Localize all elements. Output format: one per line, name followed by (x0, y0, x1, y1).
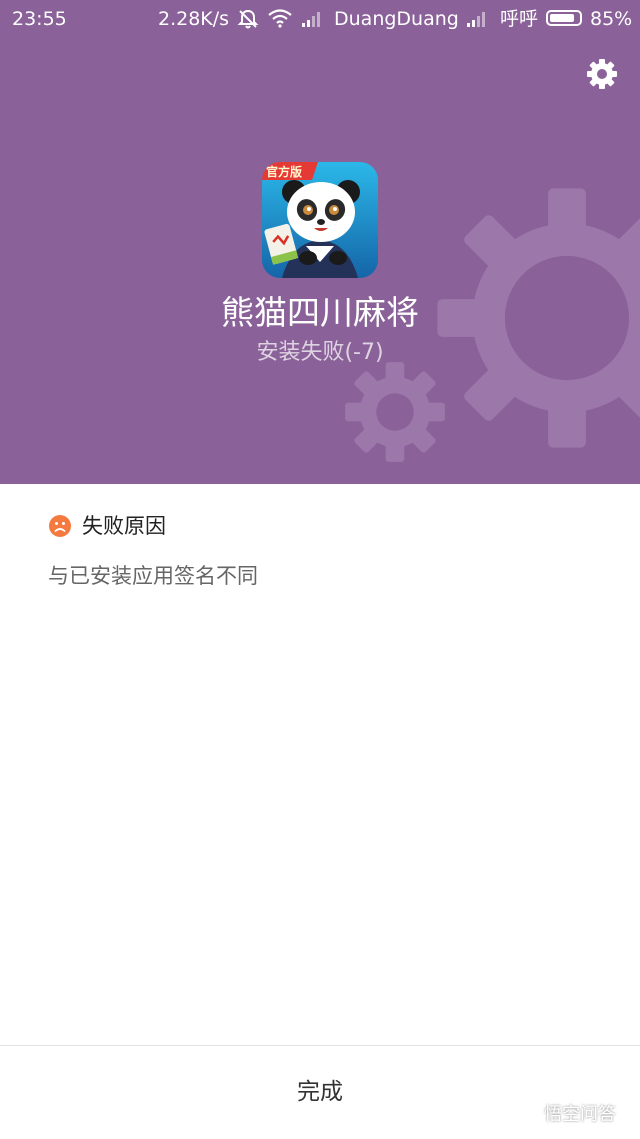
status-carrier-2: 呼呼 (500, 0, 538, 38)
status-time: 23:55 (12, 0, 67, 38)
alarm-off-icon (237, 8, 259, 30)
battery-icon (546, 10, 582, 26)
signal-icon (301, 11, 323, 27)
watermark-text: 悟空问答 (544, 1100, 616, 1130)
install-status: 安装失败(-7) (0, 336, 640, 370)
install-header: 23:55 2.28K/s DuangDuang 呼呼 (0, 0, 640, 484)
app-name: 熊猫四川麻将 (0, 290, 640, 336)
settings-gear-icon[interactable] (584, 56, 620, 92)
signal-icon (466, 11, 488, 27)
status-carrier-1: DuangDuang (334, 0, 459, 38)
status-bar: 23:55 2.28K/s DuangDuang 呼呼 (0, 0, 640, 38)
panda-icon: 官方版 (262, 162, 378, 278)
status-battery-percent: 85% (590, 0, 632, 38)
failure-title: 失败原因 (82, 510, 166, 542)
background-small-gear-icon (343, 360, 447, 464)
sad-face-icon (48, 514, 72, 538)
wifi-icon (267, 8, 293, 28)
app-icon: 官方版 (262, 162, 378, 278)
failure-reason: 与已安装应用签名不同 (48, 560, 258, 592)
watermark-logo-icon (510, 1105, 540, 1125)
icon-badge-text: 官方版 (266, 164, 302, 179)
status-network-speed: 2.28K/s (158, 0, 229, 38)
